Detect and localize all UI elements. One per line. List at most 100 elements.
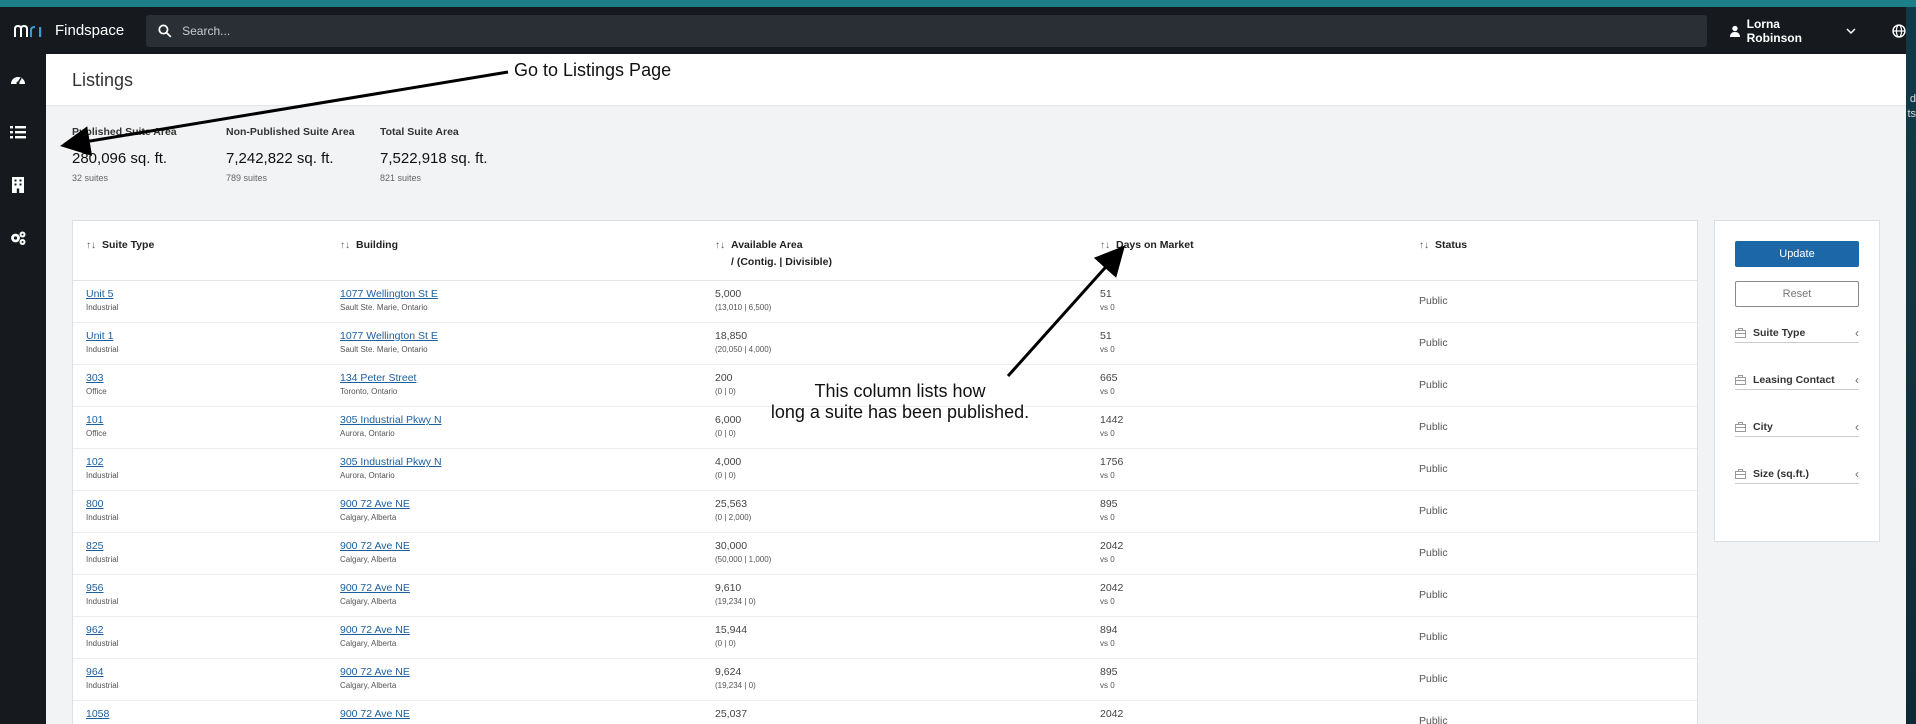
- chevron-down-icon: [1846, 27, 1856, 34]
- building-link[interactable]: 900 72 Ave NE: [340, 708, 410, 720]
- stat-sub: 32 suites: [72, 173, 109, 183]
- app-name: Findspace: [55, 22, 125, 39]
- filter-facet[interactable]: Size (sq.ft.) ‹: [1735, 464, 1859, 484]
- building-link[interactable]: 900 72 Ave NE: [340, 624, 410, 636]
- page-title: Listings: [72, 70, 134, 90]
- sort-icon: ↑↓: [86, 240, 96, 251]
- table-row[interactable]: 825 Industrial 900 72 Ave NE Calgary, Al…: [73, 533, 1697, 575]
- list-icon[interactable]: [9, 123, 27, 141]
- suite-link[interactable]: Unit 1: [86, 330, 118, 342]
- update-button[interactable]: Update: [1735, 241, 1859, 267]
- suite-cell: Unit 5 Industrial: [86, 288, 118, 312]
- days-cell: 1442 vs 0: [1100, 414, 1123, 438]
- stat-label: Total Suite Area: [380, 126, 459, 138]
- settings-icon[interactable]: [9, 229, 27, 247]
- table-row[interactable]: 964 Industrial 900 72 Ave NE Calgary, Al…: [73, 659, 1697, 701]
- suite-link[interactable]: 825: [86, 540, 118, 552]
- area-cell: 4,000 (0 | 0): [715, 456, 741, 480]
- sort-icon: ↑↓: [340, 240, 350, 251]
- days-cell: 895 vs 0: [1100, 666, 1118, 690]
- table-row[interactable]: 800 Industrial 900 72 Ave NE Calgary, Al…: [73, 491, 1697, 533]
- building-link[interactable]: 900 72 Ave NE: [340, 582, 410, 594]
- building-link[interactable]: 1077 Wellington St E: [340, 330, 438, 342]
- table-row[interactable]: 956 Industrial 900 72 Ave NE Calgary, Al…: [73, 575, 1697, 617]
- area-breakdown: (50,000 | 1,000): [715, 555, 772, 564]
- col-header-available-area[interactable]: ↑↓ Available Area / (Contig. | Divisible): [715, 237, 832, 270]
- stat-sub: 789 suites: [226, 173, 268, 183]
- suite-cell: 800 Industrial: [86, 498, 118, 522]
- table-row[interactable]: Unit 1 Industrial 1077 Wellington St E S…: [73, 323, 1697, 365]
- table-row[interactable]: 102 Industrial 305 Industrial Pkwy N Aur…: [73, 449, 1697, 491]
- globe-icon[interactable]: [1892, 23, 1906, 38]
- search-bar[interactable]: [146, 14, 1707, 47]
- building-link[interactable]: 900 72 Ave NE: [340, 540, 410, 552]
- days-cell: 51 vs 0: [1100, 330, 1115, 354]
- days-value: 2042: [1100, 582, 1124, 594]
- suite-cell: 1058: [86, 708, 109, 723]
- col-header-days-on-market[interactable]: ↑↓ Days on Market: [1100, 237, 1194, 254]
- suite-link[interactable]: Unit 5: [86, 288, 118, 300]
- area-cell: 5,000 (13,010 | 6,500): [715, 288, 771, 312]
- area-value: 25,037: [715, 708, 748, 720]
- listings-annotation: Go to Listings Page: [514, 60, 672, 80]
- suite-link[interactable]: 956: [86, 582, 118, 594]
- filter-facet[interactable]: City ‹: [1735, 417, 1859, 437]
- col-header-suite-type[interactable]: ↑↓ Suite Type: [86, 237, 154, 254]
- area-value: 5,000: [715, 288, 742, 300]
- chevron-left-icon: ‹: [1855, 325, 1859, 340]
- dashboard-icon[interactable]: [9, 71, 27, 89]
- days-compare: vs 0: [1100, 513, 1115, 522]
- area-cell: 6,000 (0 | 0): [715, 414, 741, 438]
- suite-type: Industrial: [86, 639, 119, 648]
- building-link[interactable]: 900 72 Ave NE: [340, 498, 410, 510]
- area-breakdown: (0 | 2,000): [715, 513, 752, 522]
- status-value: Public: [1419, 337, 1448, 349]
- briefcase-icon: [1735, 374, 1746, 385]
- user-menu[interactable]: Lorna Robinson: [1729, 17, 1856, 45]
- area-cell: 25,563 (0 | 2,000): [715, 498, 751, 522]
- table-row[interactable]: 1058 900 72 Ave NE 25,037 2042 Public: [73, 701, 1697, 724]
- building-link[interactable]: 134 Peter Street: [340, 372, 416, 384]
- area-cell: 18,850 (20,050 | 4,000): [715, 330, 771, 354]
- days-value: 2042: [1100, 708, 1124, 720]
- suite-link[interactable]: 303: [86, 372, 107, 384]
- facet-label: Suite Type: [1753, 326, 1806, 339]
- days-value: 895: [1100, 498, 1118, 510]
- building-link[interactable]: 1077 Wellington St E: [340, 288, 438, 300]
- suite-link[interactable]: 800: [86, 498, 118, 510]
- col-header-status[interactable]: ↑↓ Status: [1419, 237, 1467, 254]
- building-link[interactable]: 305 Industrial Pkwy N: [340, 456, 442, 468]
- area-cell: 15,944 (0 | 0): [715, 624, 747, 648]
- chevron-left-icon: ‹: [1855, 419, 1859, 434]
- table-row[interactable]: Unit 5 Industrial 1077 Wellington St E S…: [73, 281, 1697, 323]
- area-value: 200: [715, 372, 733, 384]
- col-header-building[interactable]: ↑↓ Building: [340, 237, 398, 254]
- building-cell: 900 72 Ave NE: [340, 708, 410, 723]
- filter-facet[interactable]: Leasing Contact ‹: [1735, 370, 1859, 390]
- days-cell: 1756 vs 0: [1100, 456, 1123, 480]
- area-cell: 9,624 (19,234 | 0): [715, 666, 756, 690]
- search-input[interactable]: [182, 23, 1707, 38]
- days-cell: 894 vs 0: [1100, 624, 1118, 648]
- filter-facet[interactable]: Suite Type ‹: [1735, 323, 1859, 343]
- top-accent-strip: [0, 0, 1916, 7]
- building-link[interactable]: 900 72 Ave NE: [340, 666, 410, 678]
- building-link[interactable]: 305 Industrial Pkwy N: [340, 414, 442, 426]
- area-value: 15,944: [715, 624, 748, 636]
- building-cell: 134 Peter Street Toronto, Ontario: [340, 372, 416, 396]
- suite-link[interactable]: 101: [86, 414, 107, 426]
- days-compare: vs 0: [1100, 303, 1115, 312]
- table-row[interactable]: 962 Industrial 900 72 Ave NE Calgary, Al…: [73, 617, 1697, 659]
- reset-button[interactable]: Reset: [1735, 281, 1859, 307]
- facet-label: Size (sq.ft.): [1753, 467, 1810, 480]
- building-city: Calgary, Alberta: [340, 639, 397, 648]
- brand[interactable]: Findspace: [0, 22, 146, 39]
- suite-link[interactable]: 962: [86, 624, 118, 636]
- suite-link[interactable]: 964: [86, 666, 118, 678]
- stat-value: 280,096 sq. ft.: [72, 150, 168, 167]
- suite-link[interactable]: 1058: [86, 708, 109, 720]
- area-breakdown: (19,234 | 0): [715, 597, 756, 606]
- stat-label: Published Suite Area: [72, 126, 177, 138]
- suite-link[interactable]: 102: [86, 456, 118, 468]
- building-icon[interactable]: [9, 176, 27, 194]
